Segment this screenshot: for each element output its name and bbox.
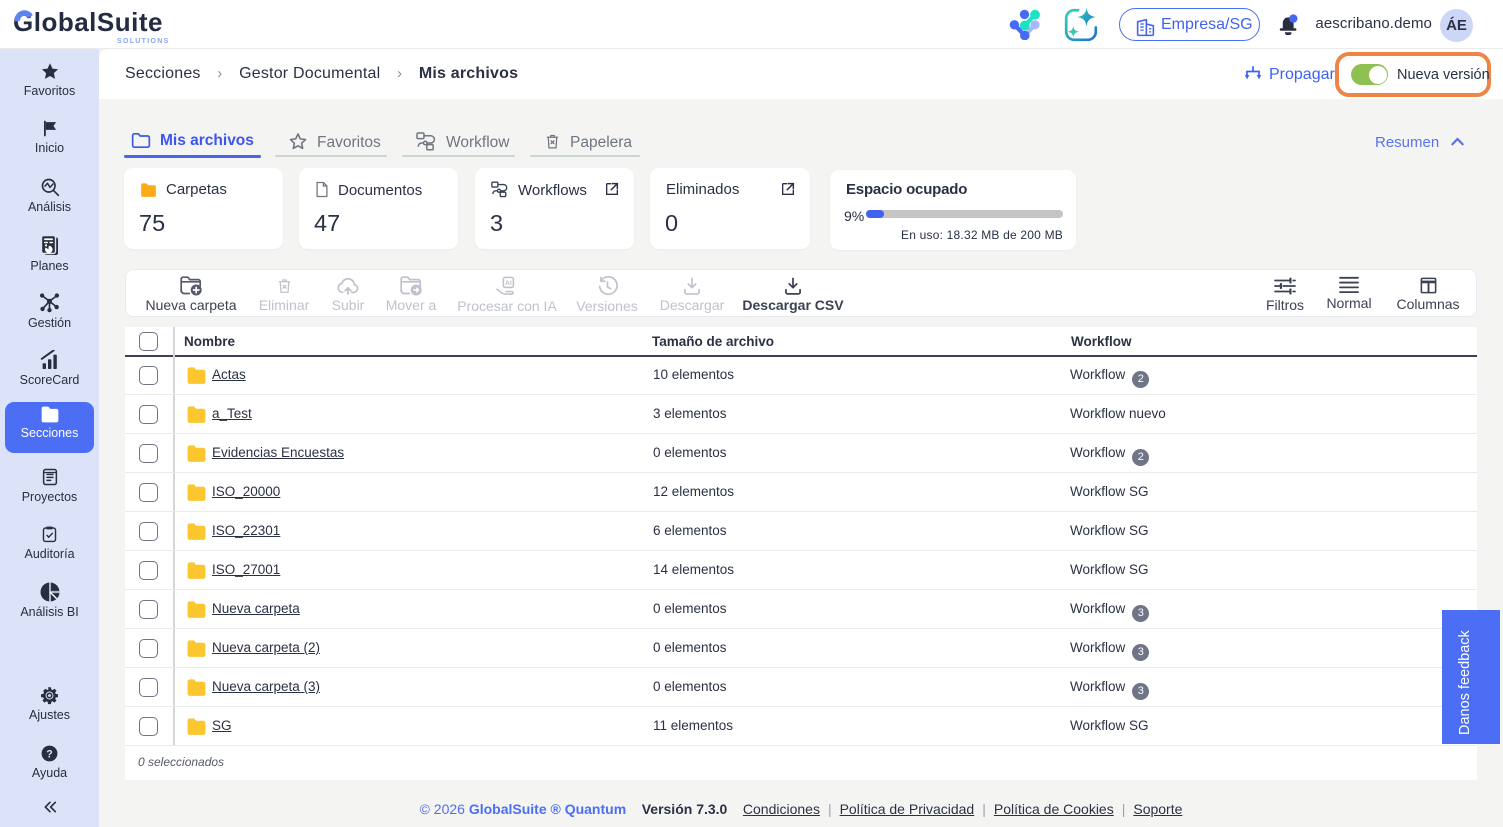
svg-text:AI: AI xyxy=(505,280,512,287)
svg-text:?: ? xyxy=(46,748,53,760)
